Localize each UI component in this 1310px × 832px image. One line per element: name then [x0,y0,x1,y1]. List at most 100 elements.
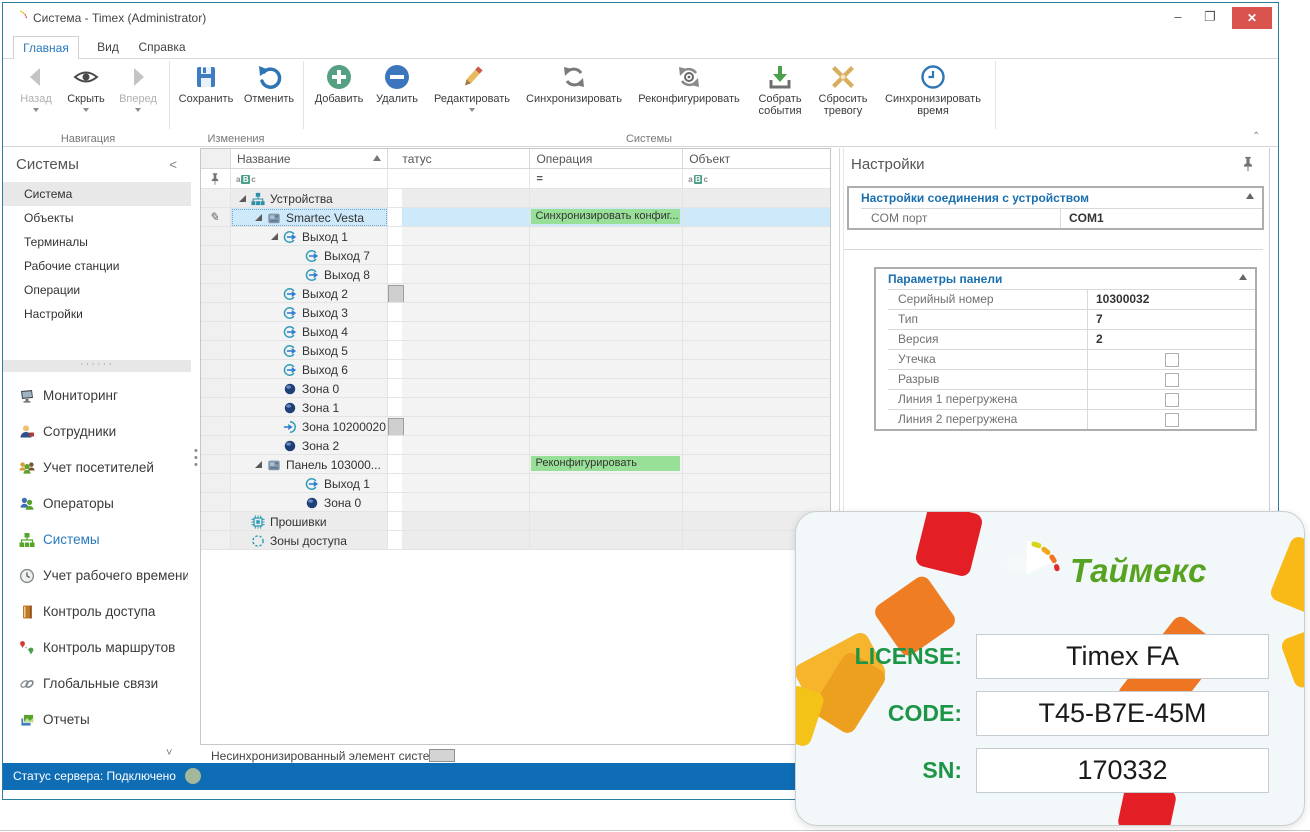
column-header-object[interactable]: Объект [683,149,830,169]
sync-time-button[interactable]: Синхронизировать время [877,63,989,117]
forward-button[interactable]: Вперед [115,63,161,112]
column-header-operation[interactable]: Операция [530,149,683,169]
sidebar-vertical-splitter[interactable]: ••• [191,148,200,763]
table-row[interactable]: Зона 10200020 [201,417,830,436]
version-value[interactable]: 2 [1088,330,1255,349]
dropdown-arrow-icon [83,108,89,112]
add-button[interactable]: Добавить [311,63,367,105]
hide-button[interactable]: Скрыть [63,63,109,112]
collapse-group-icon[interactable] [1246,193,1254,199]
sidebar-splitter-handle[interactable]: ······ [3,360,191,372]
line2-overload-checkbox[interactable] [1165,413,1179,427]
table-row[interactable]: Выход 2 [201,284,830,303]
table-row-selected[interactable]: ✎ Smartec Vesta Синхронизировать конфиг.… [201,208,830,227]
edit-button[interactable]: Редактировать [427,63,517,112]
module-operatory[interactable]: Операторы [3,486,191,522]
unsynced-legend-swatch [429,749,455,762]
save-button[interactable]: Сохранить [175,63,237,105]
filter-pin-cell[interactable] [201,169,231,189]
serial-number-value[interactable]: 10300032 [1088,290,1255,309]
output-icon [283,306,297,320]
module-uchet-posetiteley[interactable]: Учет посетителей [3,450,191,486]
nav-item-obekty[interactable]: Объекты [3,206,191,230]
table-row[interactable]: Зона 0 [201,379,830,398]
ribbon-collapse-chevron-icon[interactable]: ⌃ [1252,131,1260,142]
module-sistemy[interactable]: Системы [3,522,191,558]
close-button[interactable]: ✕ [1232,7,1272,29]
collect-events-button[interactable]: Собрать события [751,63,809,117]
module-globalnye-svyazi[interactable]: Глобальные связи [3,666,191,702]
minimize-button[interactable]: – [1164,8,1192,28]
expand-icon[interactable] [271,233,278,240]
collapse-group-icon[interactable] [1239,274,1247,280]
filter-status-cell[interactable]: = [388,169,531,189]
module-otchety[interactable]: Отчеты [3,702,191,738]
tab-vid[interactable]: Вид [87,36,129,60]
edit-indicator-icon: ✎ [209,210,219,224]
reconfigure-button[interactable]: Реконфигурировать [631,63,747,105]
table-row[interactable]: Выход 7 [201,246,830,265]
table-row[interactable]: Зона 1 [201,398,830,417]
back-button[interactable]: Назад [15,63,57,112]
cancel-button[interactable]: Отменить [239,63,299,105]
table-row[interactable]: Выход 4 [201,322,830,341]
splitter-grip-icon: ••• [194,448,198,469]
deco-yellow-rect [1268,534,1305,617]
break-checkbox[interactable] [1165,373,1179,387]
tab-spravka[interactable]: Справка [133,36,191,60]
table-row[interactable]: Выход 5 [201,341,830,360]
table-row[interactable]: Панель 103000... Реконфигурировать [201,455,830,474]
column-header-status[interactable]: Статус [388,149,531,169]
reset-alarm-button[interactable]: Сбросить тревогу [813,63,873,117]
table-row[interactable]: Выход 3 [201,303,830,322]
back-icon [22,63,50,91]
table-row[interactable]: Выход 1 [201,227,830,246]
alarm-cross-icon [829,63,857,91]
module-sotrudniki[interactable]: Сотрудники [3,414,191,450]
column-header-name[interactable]: Название [231,149,388,169]
table-row[interactable]: Зона 2 [201,436,830,455]
tab-glavnaya[interactable]: Главная [13,36,79,60]
nav-item-operacii[interactable]: Операции [3,278,191,302]
nav-item-sistema[interactable]: Система [3,182,191,206]
sidebar-overflow-chevron-icon[interactable]: ˅ [166,747,172,759]
expand-icon[interactable] [239,195,246,202]
maximize-button[interactable]: ❐ [1196,8,1224,28]
unsynced-indicator [388,417,531,436]
table-row[interactable]: Выход 8 [201,265,830,284]
type-value[interactable]: 7 [1088,310,1255,329]
table-row[interactable]: Зоны доступа [201,531,830,550]
table-row[interactable]: Устройства [201,189,830,208]
module-uchet-rabochego-vremeni[interactable]: Учет рабочего времени [3,558,191,594]
dropdown-arrow-icon [469,108,475,112]
synchronize-button[interactable]: Синхронизировать [521,63,627,105]
settings-row: Линия 1 перегружена [888,389,1255,409]
nav-item-rabochie-stancii[interactable]: Рабочие станции [3,254,191,278]
remove-icon [383,63,411,91]
leak-checkbox[interactable] [1165,353,1179,367]
nav-item-nastroyki[interactable]: Настройки [3,302,191,326]
module-monitoring[interactable]: Мониторинг [3,378,191,414]
chip-icon [251,515,265,529]
table-row[interactable]: Выход 6 [201,360,830,379]
com-port-value[interactable]: COM1 [1061,209,1262,228]
table-row[interactable]: Зона 0 [201,493,830,512]
group-title: Параметры панели [888,272,1002,286]
code-value-box: T45-B7E-45M [976,691,1269,736]
filter-operation-cell[interactable]: = [530,169,683,189]
line1-overload-checkbox[interactable] [1165,393,1179,407]
table-row[interactable]: Выход 1 [201,474,830,493]
dropdown-arrow-icon [135,108,141,112]
nav-item-terminaly[interactable]: Терминалы [3,230,191,254]
settings-row: Разрыв [888,369,1255,389]
pin-icon[interactable] [1241,156,1255,172]
filter-name-cell[interactable]: aBc [231,169,388,189]
expand-icon[interactable] [255,461,262,468]
filter-object-cell[interactable]: aBc [683,169,830,189]
module-kontrol-marshrutov[interactable]: Контроль маршрутов [3,630,191,666]
sidebar-collapse-icon[interactable]: < [169,157,177,172]
table-row[interactable]: Прошивки [201,512,830,531]
expand-icon[interactable] [255,214,262,221]
module-kontrol-dostupa[interactable]: Контроль доступа [3,594,191,630]
delete-button[interactable]: Удалить [371,63,423,105]
